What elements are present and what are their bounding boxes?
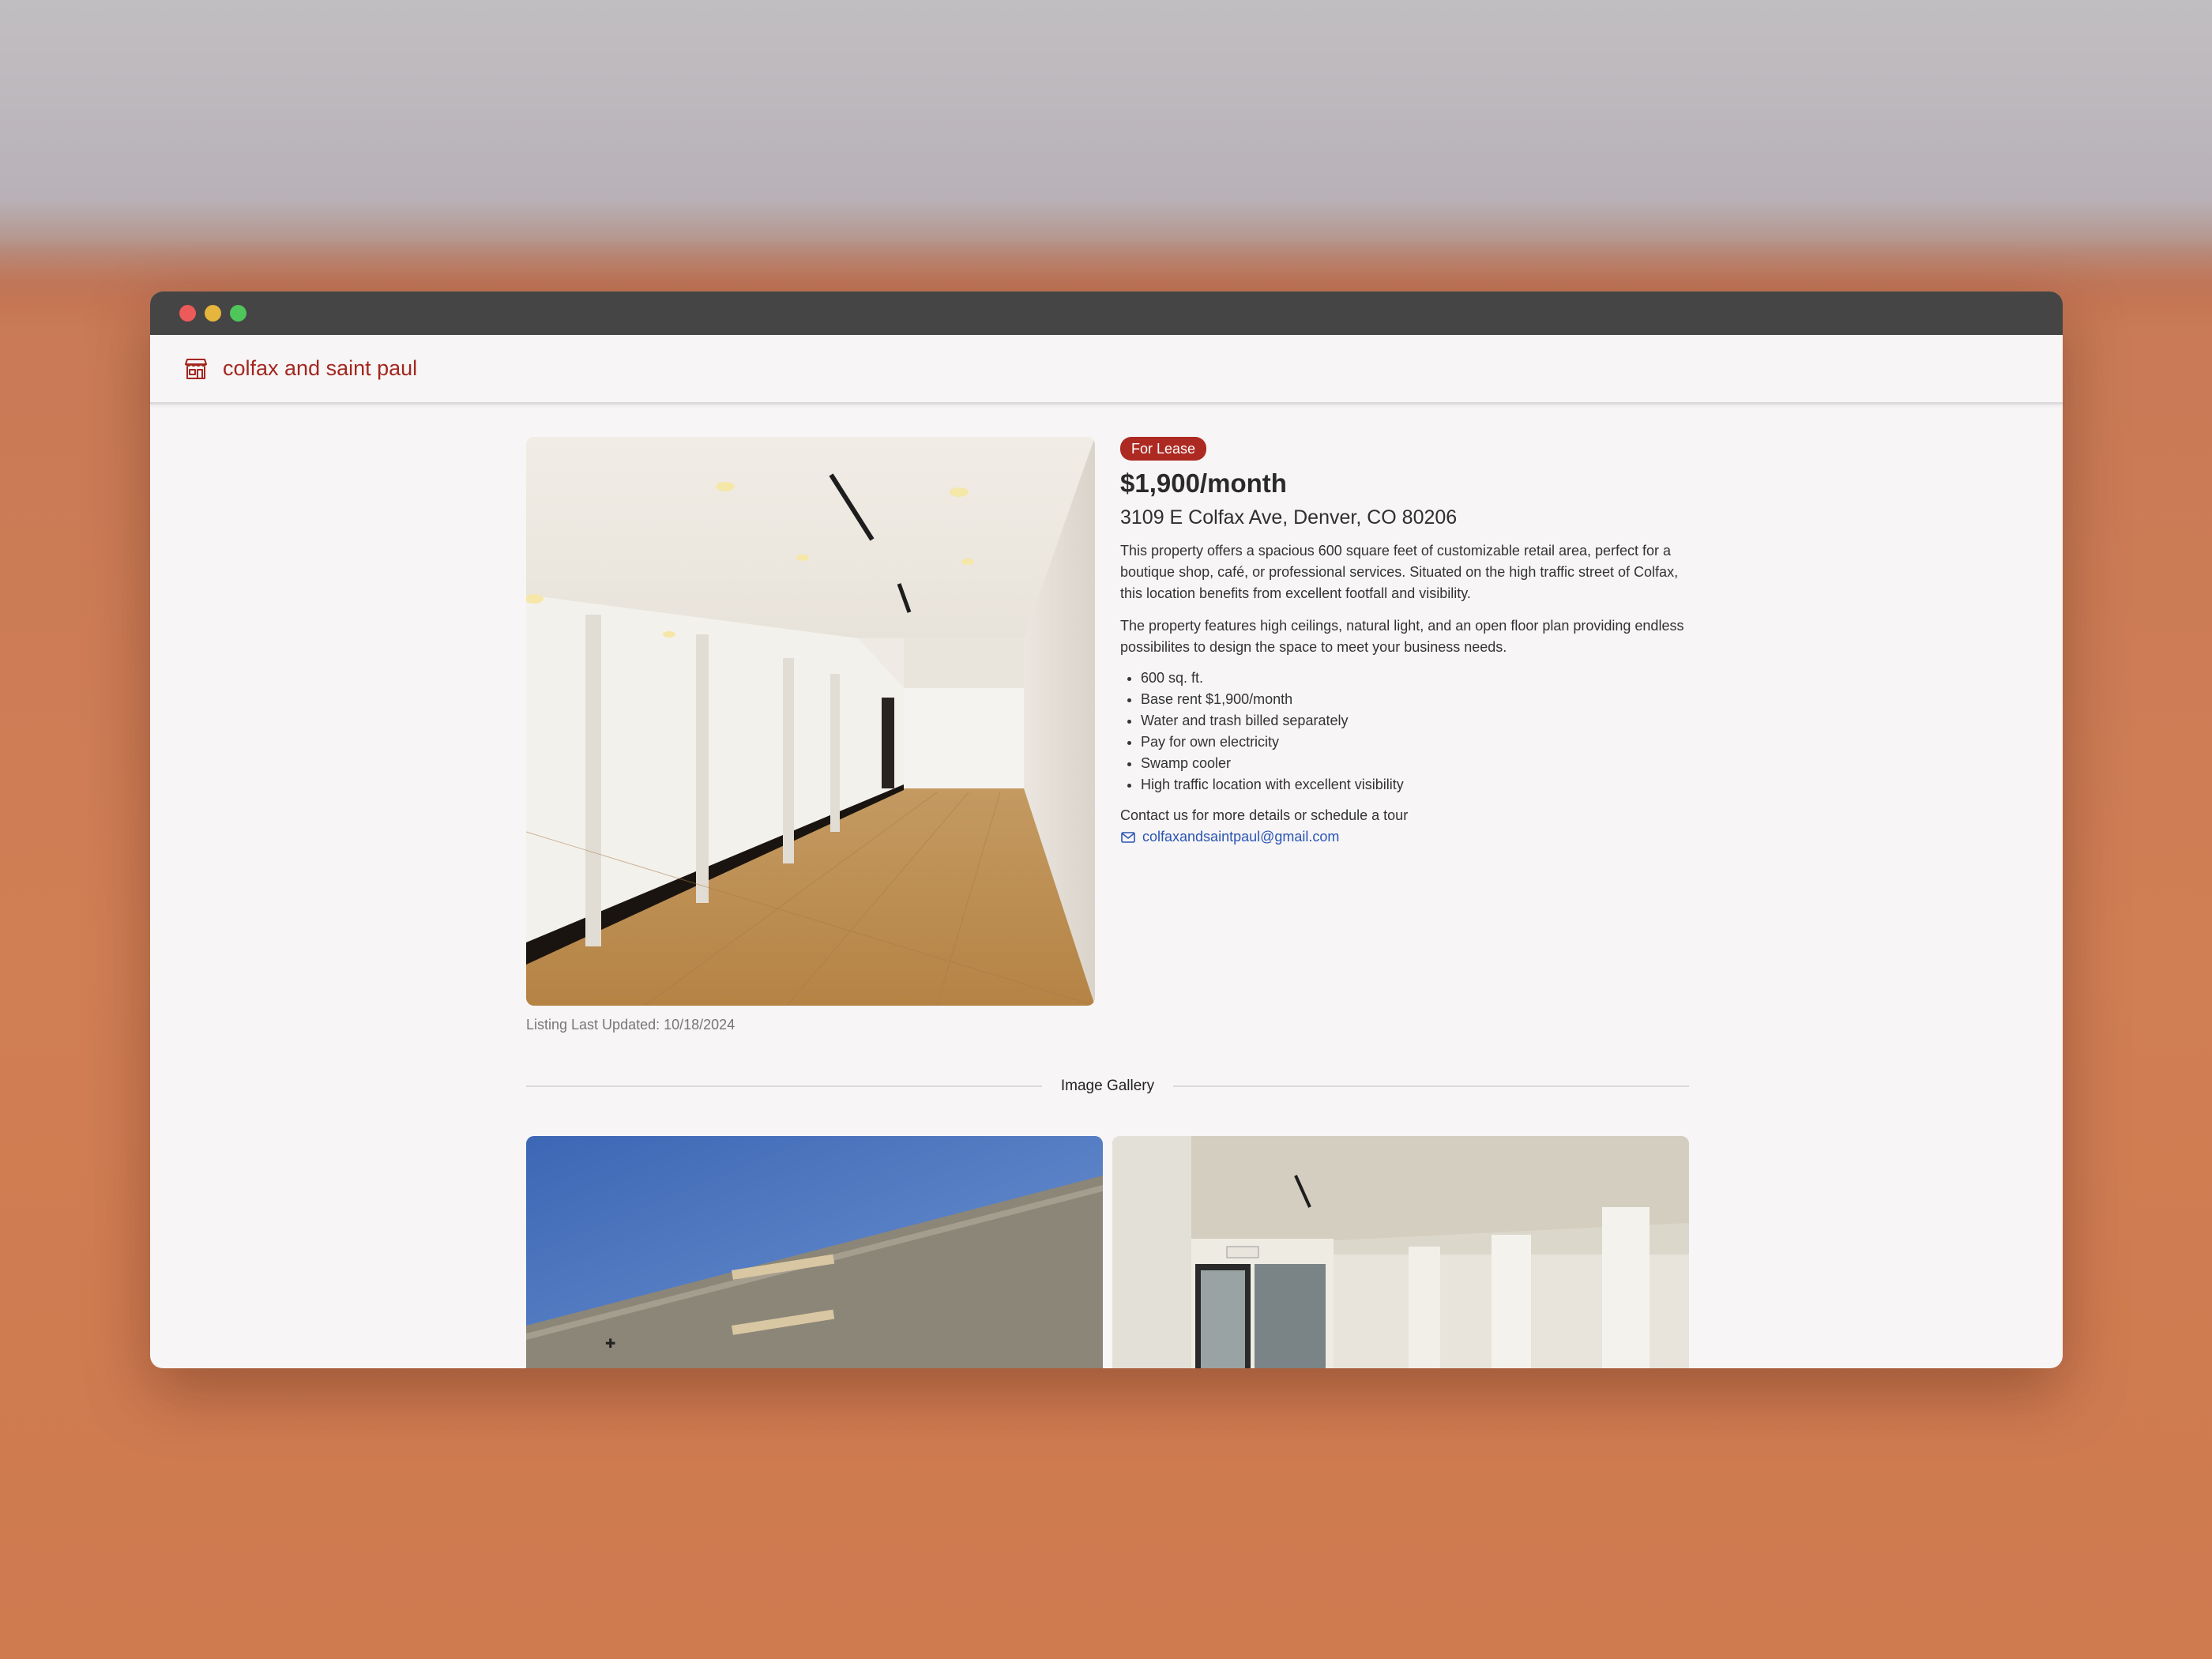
description-paragraph-2: The property features high ceilings, nat… xyxy=(1120,618,1684,655)
hero-photo-column: Listing Last Updated: 10/18/2024 xyxy=(526,437,1095,1033)
list-item: Pay for own electricity xyxy=(1141,732,1689,753)
listing-main-photo[interactable] xyxy=(526,437,1095,1006)
maximize-window-button[interactable] xyxy=(230,305,246,322)
gallery-image-interior[interactable] xyxy=(1112,1136,1689,1368)
description-paragraph-1: This property offers a spacious 600 squa… xyxy=(1120,543,1679,601)
storefront-icon xyxy=(185,358,207,379)
listing-info: For Lease $1,900/month 3109 E Colfax Ave… xyxy=(1120,437,1689,1033)
main-content: Listing Last Updated: 10/18/2024 For Lea… xyxy=(526,437,1689,1368)
list-item: Swamp cooler xyxy=(1141,753,1689,774)
minimize-window-button[interactable] xyxy=(205,305,221,322)
divider-line-left xyxy=(526,1085,1042,1087)
contact-text: Contact us for more details or schedule … xyxy=(1120,807,1409,823)
browser-window: colfax and saint paul Listing Last Updat… xyxy=(150,292,2063,1368)
site-header: colfax and saint paul xyxy=(150,335,2063,404)
list-item: Water and trash billed separately xyxy=(1141,710,1689,732)
mail-icon xyxy=(1121,831,1135,843)
list-item: Base rent $1,900/month xyxy=(1141,689,1689,710)
list-item: 600 sq. ft. xyxy=(1141,668,1689,689)
list-item: High traffic location with excellent vis… xyxy=(1141,774,1689,796)
image-gallery: ✚ xyxy=(526,1136,1689,1368)
gallery-image-exterior[interactable]: ✚ xyxy=(526,1136,1103,1368)
status-badge: For Lease xyxy=(1120,437,1207,461)
email-link[interactable]: colfaxandsaintpaul@gmail.com xyxy=(1120,826,1689,848)
divider-line-right xyxy=(1173,1085,1689,1087)
listing-price: $1,900/month xyxy=(1120,468,1287,498)
listing-hero: Listing Last Updated: 10/18/2024 For Lea… xyxy=(526,437,1689,1033)
site-name: colfax and saint paul xyxy=(223,356,418,380)
email-address: colfaxandsaintpaul@gmail.com xyxy=(1142,829,1340,845)
svg-text:✚: ✚ xyxy=(605,1336,615,1351)
window-titlebar xyxy=(150,292,2063,335)
last-updated: Listing Last Updated: 10/18/2024 xyxy=(526,1017,735,1033)
listing-address: 3109 E Colfax Ave, Denver, CO 80206 xyxy=(1120,506,1458,529)
gallery-title: Image Gallery xyxy=(1060,1078,1155,1094)
home-link[interactable]: colfax and saint paul xyxy=(183,356,417,382)
gallery-divider: Image Gallery xyxy=(526,1078,1689,1095)
close-window-button[interactable] xyxy=(179,305,196,322)
feature-list: 600 sq. ft. Base rent $1,900/month Water… xyxy=(1120,668,1689,796)
